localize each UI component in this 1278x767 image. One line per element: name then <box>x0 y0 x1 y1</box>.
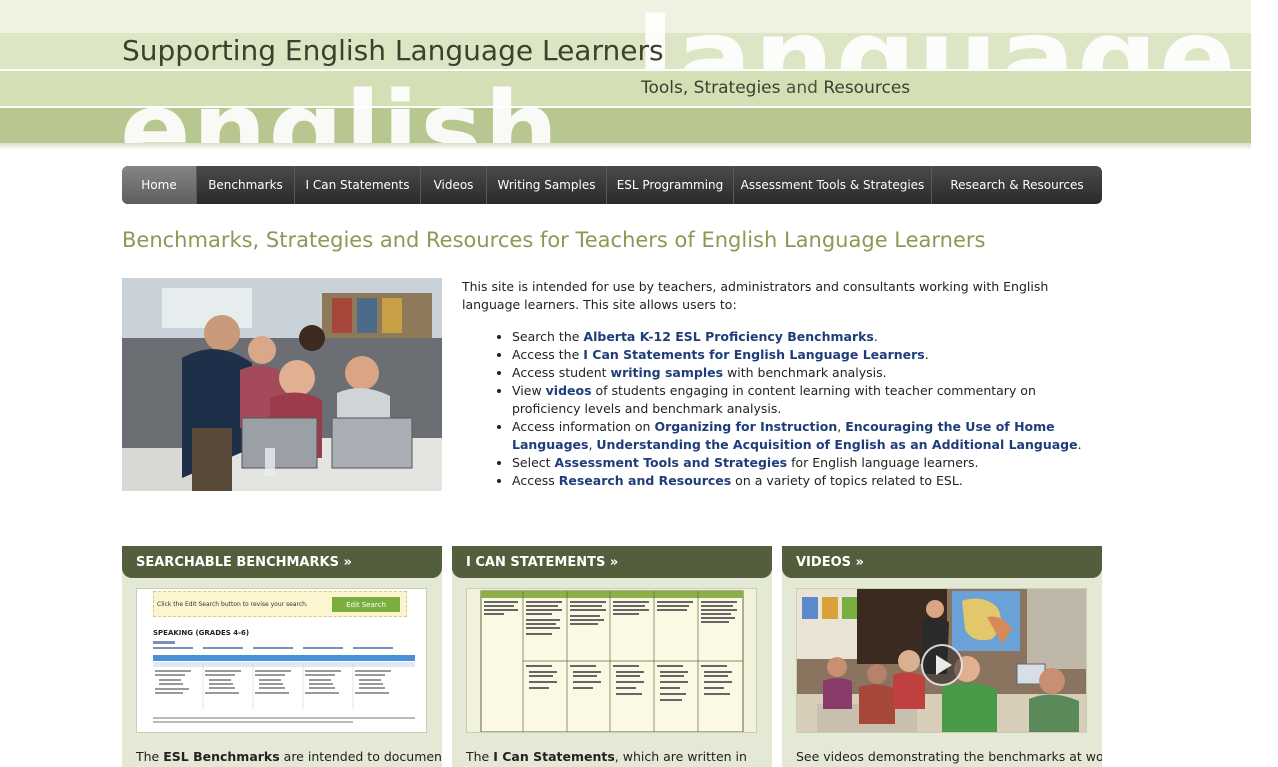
nav-item-esl-programming[interactable]: ESL Programming <box>607 166 734 204</box>
classroom-photo <box>122 278 442 491</box>
card-benchmarks: SEARCHABLE BENCHMARKS » Click the Edit S… <box>122 546 442 767</box>
list-text: on a variety of topics related to ESL. <box>731 473 963 488</box>
list-text: . <box>873 329 878 344</box>
link-benchmarks[interactable]: Alberta K-12 ESL Proficiency Benchmarks <box>583 329 873 344</box>
nav-item-assessment-tools[interactable]: Assessment Tools & Strategies <box>734 166 932 204</box>
tagline-text: Resources <box>823 78 911 98</box>
nav-item-i-can-statements[interactable]: I Can Statements <box>295 166 421 204</box>
link-assessment-tools[interactable]: Assessment Tools and Strategies <box>555 455 788 470</box>
card-text-bold: ESL Benchmarks <box>163 749 280 764</box>
tagline-text: Tools, Strategies <box>641 78 781 98</box>
card-text-part: The <box>466 749 494 764</box>
link-videos[interactable]: videos <box>546 383 592 398</box>
list-item: Access information on Organizing for Ins… <box>512 418 1102 454</box>
tagline-and: and <box>780 78 824 98</box>
card-text-bold: I Can Statements <box>493 749 615 764</box>
card-text-part: , which are written in <box>614 749 747 764</box>
thumb-edit-search-button: Edit Search <box>332 597 400 612</box>
list-text: Access information on <box>512 419 655 434</box>
site-banner: language english Supporting English Lang… <box>0 0 1251 150</box>
card-videos-title[interactable]: VIDEOS » <box>782 546 1102 578</box>
card-benchmarks-text: The ESL Benchmarks are intended to docum… <box>136 749 442 764</box>
list-text: . <box>924 347 929 362</box>
list-item: Search the Alberta K-12 ESL Proficiency … <box>512 328 1102 346</box>
play-triangle <box>936 655 952 675</box>
thumb-hint: Click the Edit Search button to revise y… <box>157 601 308 608</box>
list-text: Select <box>512 455 555 470</box>
intro-paragraph: This site is intended for use by teacher… <box>462 279 1049 312</box>
card-videos-text: See videos demonstrating the benchmarks … <box>796 749 1102 764</box>
page-title: Benchmarks, Strategies and Resources for… <box>122 228 986 252</box>
link-research-resources[interactable]: Research and Resources <box>559 473 731 488</box>
card-text-part: are intended to document <box>279 749 442 764</box>
banner-shadow <box>0 143 1251 150</box>
banner-word-language: language <box>636 4 1238 70</box>
classroom-photo-illustration <box>122 278 442 491</box>
list-text: View <box>512 383 546 398</box>
list-item: Access the I Can Statements for English … <box>512 346 1102 364</box>
nav-item-home[interactable]: Home <box>122 166 197 204</box>
link-i-can-statements[interactable]: I Can Statements for English Language Le… <box>583 347 924 362</box>
thumb-ican-table <box>480 590 744 732</box>
nav-item-videos[interactable]: Videos <box>421 166 487 204</box>
list-text: Access <box>512 473 559 488</box>
link-acquisition-english[interactable]: Understanding the Acquisition of English… <box>596 437 1077 452</box>
list-item: Access Research and Resources on a varie… <box>512 472 1102 490</box>
list-text: with benchmark analysis. <box>723 365 887 380</box>
main-nav: Home Benchmarks I Can Statements Videos … <box>122 166 1102 204</box>
card-benchmarks-title[interactable]: SEARCHABLE BENCHMARKS » <box>122 546 442 578</box>
list-text: Access the <box>512 347 584 362</box>
list-text: for English language learners. <box>787 455 979 470</box>
benchmarks-thumbnail[interactable]: Click the Edit Search button to revise y… <box>136 588 427 733</box>
card-text-part: The <box>136 749 164 764</box>
card-ican-text: The I Can Statements, which are written … <box>466 749 747 764</box>
list-text: . <box>1077 437 1082 452</box>
card-i-can-statements: I CAN STATEMENTS » The I Can Statements,… <box>452 546 772 767</box>
site-tagline: Tools, Strategies and Resources <box>641 78 910 98</box>
link-writing-samples[interactable]: writing samples <box>611 365 724 380</box>
ican-thumbnail[interactable] <box>466 588 757 733</box>
thumb-benchmark-table <box>153 641 415 723</box>
nav-item-research-resources[interactable]: Research & Resources <box>932 166 1102 204</box>
nav-item-benchmarks[interactable]: Benchmarks <box>197 166 295 204</box>
list-item: Select Assessment Tools and Strategies f… <box>512 454 1102 472</box>
card-videos: VIDEOS » See videos demonstrating the be… <box>782 546 1102 767</box>
play-icon[interactable] <box>921 644 963 686</box>
card-ican-title[interactable]: I CAN STATEMENTS » <box>452 546 772 578</box>
site-title[interactable]: Supporting English Language Learners <box>122 34 664 67</box>
list-item: View videos of students engaging in cont… <box>512 382 1102 418</box>
list-text: Search the <box>512 329 584 344</box>
link-organizing-instruction[interactable]: Organizing for Instruction <box>654 419 837 434</box>
list-item: Access student writing samples with benc… <box>512 364 1102 382</box>
feature-list: Search the Alberta K-12 ESL Proficiency … <box>462 328 1102 490</box>
videos-thumbnail[interactable] <box>796 588 1087 733</box>
thumb-heading: SPEAKING (GRADES 4-6) <box>153 629 250 637</box>
banner-word-english: english <box>120 78 561 143</box>
list-text: of students engaging in content learning… <box>512 383 1036 416</box>
intro-section: This site is intended for use by teacher… <box>462 278 1102 490</box>
nav-item-writing-samples[interactable]: Writing Samples <box>487 166 607 204</box>
list-text: Access student <box>512 365 611 380</box>
